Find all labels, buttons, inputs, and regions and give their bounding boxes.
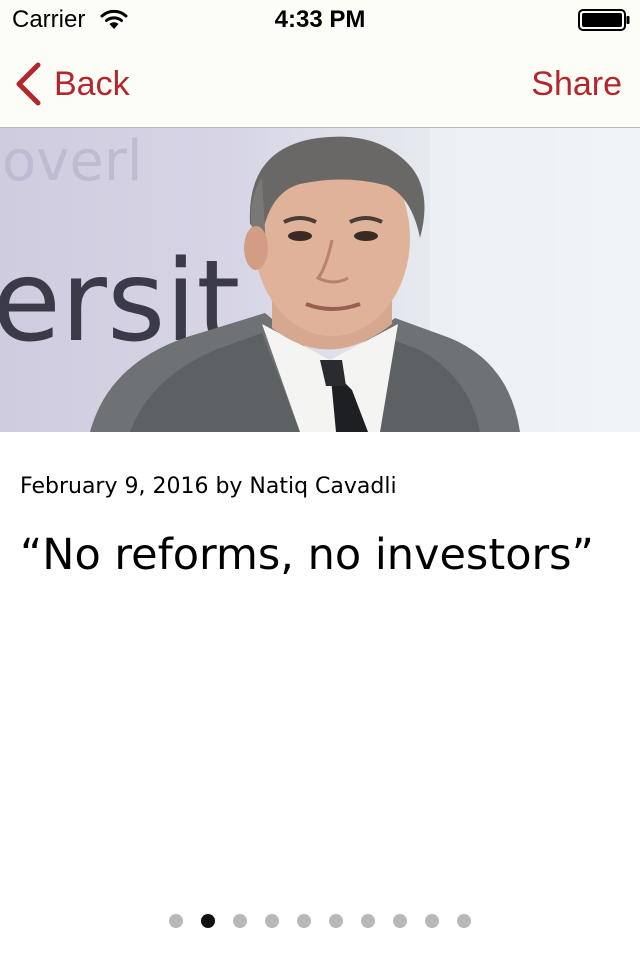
page-dot-2[interactable]: [201, 914, 215, 928]
status-bar: Carrier 4:33 PM: [0, 0, 640, 40]
clock: 4:33 PM: [274, 6, 366, 33]
page-dot-3[interactable]: [233, 914, 247, 928]
page-dot-7[interactable]: [361, 914, 375, 928]
portrait-photo: overl ersit: [0, 128, 640, 432]
page-dot-9[interactable]: [425, 914, 439, 928]
page-dot-1[interactable]: [169, 914, 183, 928]
article-hero-image: overl ersit: [0, 128, 640, 432]
backdrop-text-top: overl: [2, 129, 142, 194]
page-dot-5[interactable]: [297, 914, 311, 928]
page-dot-4[interactable]: [265, 914, 279, 928]
page-dot-6[interactable]: [329, 914, 343, 928]
article-byline: February 9, 2016 by Natiq Cavadli: [20, 474, 397, 499]
page-indicator[interactable]: [0, 914, 640, 928]
page-dot-10[interactable]: [457, 914, 471, 928]
navigation-bar: Back Share: [0, 40, 640, 128]
back-button[interactable]: Back: [14, 60, 130, 108]
article-headline: “No reforms, no investors”: [20, 530, 594, 580]
battery-icon: [578, 9, 630, 31]
share-button[interactable]: Share: [531, 60, 622, 108]
page-dot-8[interactable]: [393, 914, 407, 928]
back-label: Back: [54, 64, 130, 103]
chevron-left-icon: [16, 62, 41, 106]
